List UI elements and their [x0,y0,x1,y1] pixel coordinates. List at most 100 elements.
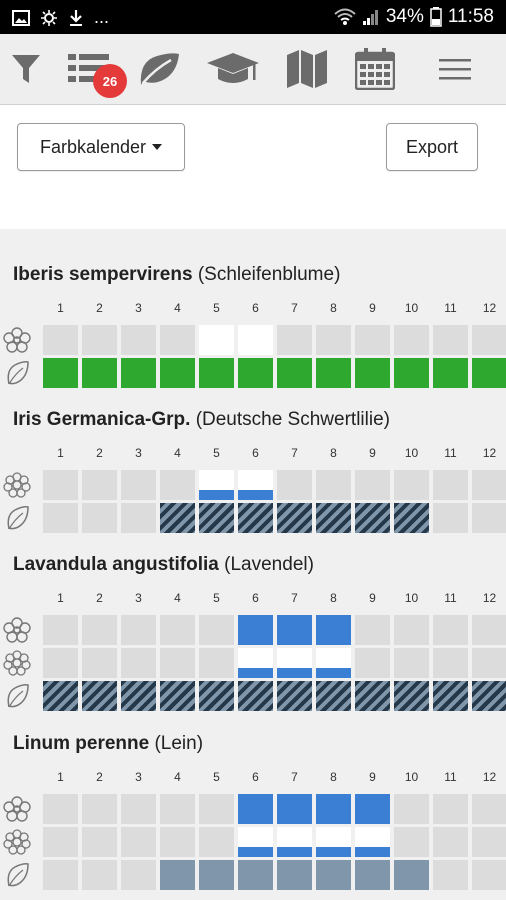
leaf-button[interactable] [136,44,182,94]
month-cells [43,827,506,857]
flower-row [0,325,506,355]
month-cell [394,648,429,678]
month-cell [355,615,390,645]
plant-common-name: (Schleifenblume) [197,264,341,285]
month-cell [316,860,351,890]
month-cell [316,325,351,355]
menu-button[interactable] [437,44,473,94]
month-cell [433,681,468,711]
month-label: 1 [57,591,64,605]
month-cell [355,470,390,500]
month-cell [394,794,429,824]
month-cell [82,860,117,890]
month-label: 6 [252,591,259,605]
month-cell [433,615,468,645]
month-cell [316,503,351,533]
export-button[interactable]: Export [386,123,478,171]
flower-icon [3,796,31,822]
month-cell [238,794,273,824]
plant-latin-name: Iris Germanica-Grp. [13,409,191,430]
month-cell [121,648,156,678]
month-label: 7 [291,770,298,784]
month-cell [160,860,195,890]
month-cell [277,794,312,824]
filter-button[interactable] [8,44,44,94]
month-cell [316,794,351,824]
month-cell [277,503,312,533]
month-cell [277,827,312,857]
month-cell [433,358,468,388]
month-cell [121,503,156,533]
map-button[interactable] [284,44,330,94]
month-cell [199,827,234,857]
month-label: 9 [369,446,376,460]
month-label: 12 [482,301,497,315]
month-cell [199,503,234,533]
month-cell [316,358,351,388]
download-icon [70,9,82,26]
month-label: 5 [213,770,220,784]
month-cell [121,860,156,890]
month-label: 4 [174,770,181,784]
month-label: 4 [174,591,181,605]
month-cell [43,503,78,533]
month-cell [238,615,273,645]
month-label: 6 [252,446,259,460]
farbkalender-dropdown[interactable]: Farbkalender [17,123,185,171]
leaf-row [0,860,506,890]
month-label: 11 [444,770,457,784]
month-cell [43,615,78,645]
signal-icon [362,10,378,25]
month-cell [277,358,312,388]
month-label: 3 [135,770,142,784]
plant-common-name: (Lavendel) [224,554,314,575]
month-cell [433,470,468,500]
month-cells [43,860,506,890]
filter-icon [12,55,40,83]
month-cell [82,503,117,533]
plant-latin-name: Linum perenne [13,733,150,754]
month-label: 8 [330,770,337,784]
month-cell [472,794,506,824]
month-cell [160,827,195,857]
month-cell [43,648,78,678]
month-cell [238,648,273,678]
flower-row [0,794,506,824]
month-label: 4 [174,446,181,460]
month-cell [121,827,156,857]
month-cell [82,358,117,388]
more-notifications: ... [94,7,110,27]
month-label: 2 [96,770,103,784]
double-flower-icon [3,472,31,498]
month-cell [199,681,234,711]
month-label: 7 [291,446,298,460]
month-cell [316,681,351,711]
month-cell [160,325,195,355]
education-button[interactable] [205,44,261,94]
month-cell [355,794,390,824]
month-cell [355,681,390,711]
list-count-badge: 26 [93,64,127,98]
month-cell [472,827,506,857]
leaf-outline-icon [3,505,31,531]
month-cells [43,503,506,533]
bloom-bar [238,490,273,500]
month-cell [472,358,506,388]
bloom-bar [199,490,234,500]
month-cell [277,681,312,711]
month-cell [394,615,429,645]
month-cell [277,648,312,678]
month-cell [238,358,273,388]
month-cell [433,827,468,857]
month-label: 8 [330,446,337,460]
month-header: 1 2 3 4 5 6 7 8 9 10 11 12 [41,770,506,784]
month-cell [160,648,195,678]
month-cell [43,358,78,388]
month-cell [238,470,273,500]
bloom-bar [238,847,273,857]
month-cell [160,794,195,824]
calendar-button[interactable] [352,44,398,94]
month-label: 10 [404,591,419,605]
month-cell [160,358,195,388]
month-cell [160,503,195,533]
